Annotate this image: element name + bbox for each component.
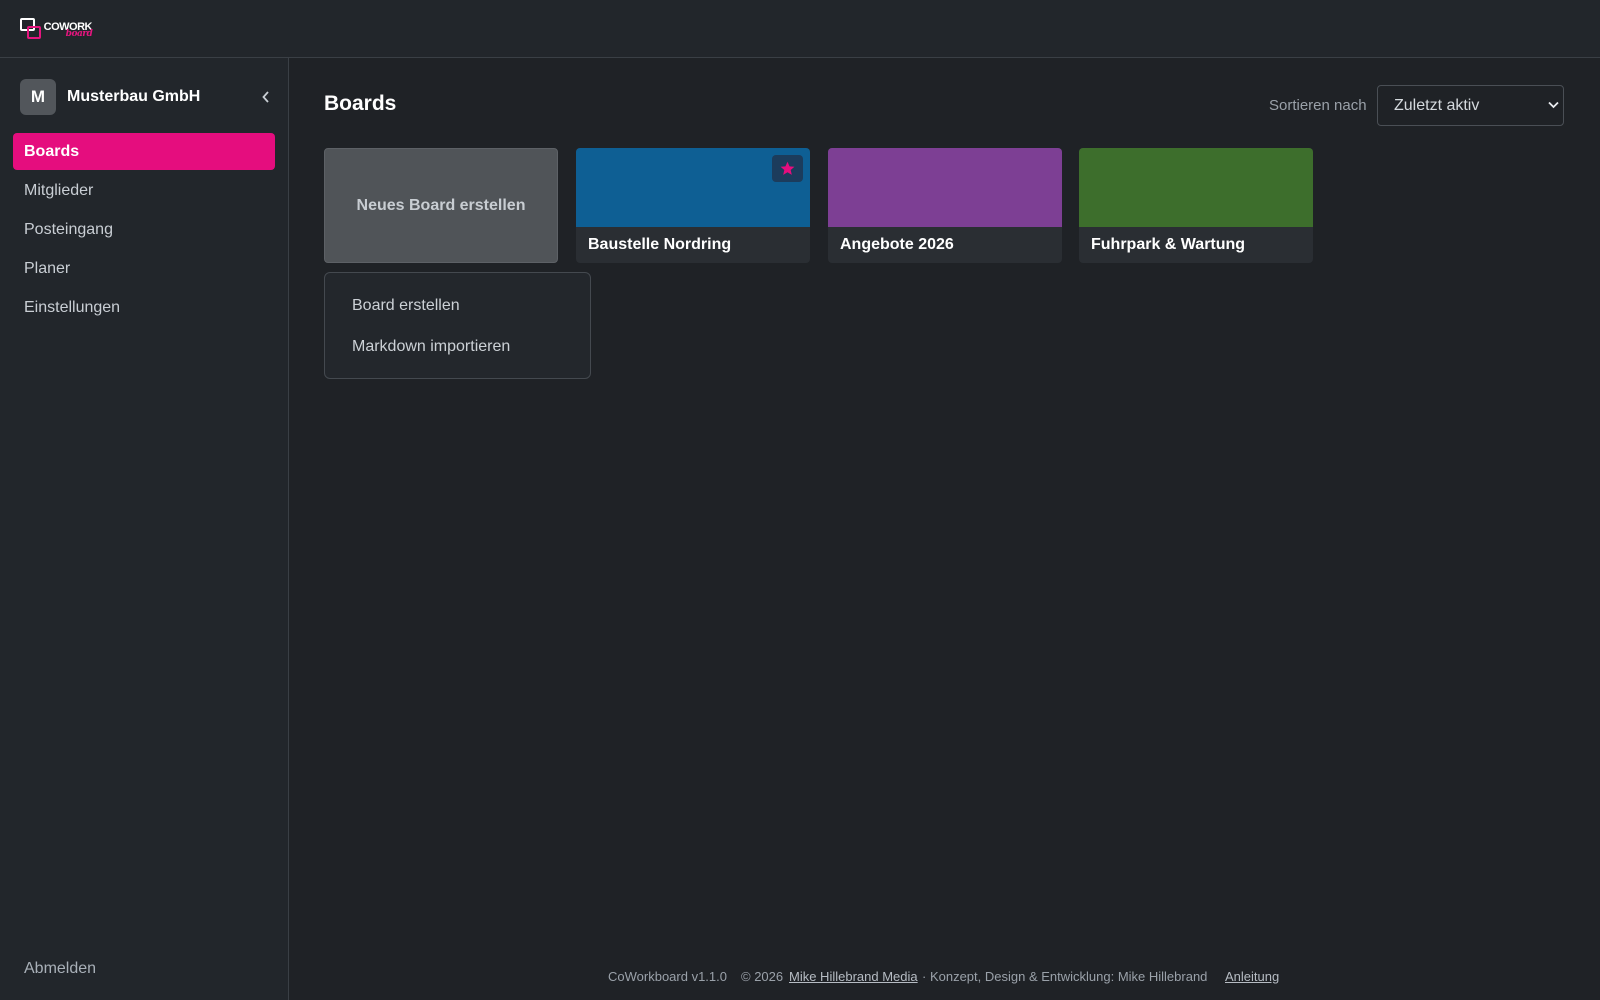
org-name: Musterbau GmbH [67, 88, 201, 105]
organization-header: M Musterbau GmbH [20, 79, 272, 115]
top-bar: COWORK board [0, 0, 1600, 58]
footer-version: CoWorkboard v1.1.0 [608, 969, 727, 984]
sidebar-item-mitglieder[interactable]: Mitglieder [13, 172, 275, 209]
footer-company-link[interactable]: Mike Hillebrand Media [789, 969, 918, 984]
sort-select[interactable]: Zuletzt aktiv [1377, 85, 1564, 126]
chevron-down-icon [1548, 101, 1559, 109]
footer-copyright: © 2026 [741, 969, 784, 984]
footer-help-link[interactable]: Anleitung [1225, 969, 1279, 984]
sort-label: Sortieren nach [1269, 97, 1367, 114]
board-card[interactable]: Baustelle Nordring [576, 148, 810, 263]
sidebar-nav: Boards Mitglieder Posteingang Planer Ein… [13, 133, 275, 328]
new-board-card[interactable]: Neues Board erstellen [324, 148, 558, 263]
board-cover [1079, 148, 1313, 227]
footer-credits: · Konzept, Design & Entwicklung: Mike Hi… [922, 969, 1208, 984]
new-board-menu: Board erstellen Markdown importieren [324, 272, 591, 379]
sort-select-value: Zuletzt aktiv [1394, 96, 1480, 114]
chevron-left-icon [262, 91, 269, 103]
sidebar-item-posteingang[interactable]: Posteingang [13, 211, 275, 248]
menu-item-create-board[interactable]: Board erstellen [352, 297, 460, 315]
board-card[interactable]: Angebote 2026 [828, 148, 1062, 263]
board-cover [828, 148, 1062, 227]
logo-text: COWORK board [43, 20, 93, 39]
collapse-sidebar-button[interactable] [256, 85, 276, 109]
logo-icon [20, 18, 41, 40]
app-logo[interactable]: COWORK board [20, 17, 93, 41]
org-avatar: M [20, 79, 56, 115]
sidebar: M Musterbau GmbH Boards Mitglieder Poste… [0, 58, 289, 1000]
board-title: Angebote 2026 [840, 236, 954, 253]
logout-link[interactable]: Abmelden [24, 960, 96, 978]
menu-item-import-markdown[interactable]: Markdown importieren [352, 338, 510, 356]
board-card[interactable]: Fuhrpark & Wartung [1079, 148, 1313, 263]
star-icon [780, 161, 795, 175]
sidebar-item-planer[interactable]: Planer [13, 250, 275, 287]
favorite-button[interactable] [772, 155, 803, 182]
sidebar-item-boards[interactable]: Boards [13, 133, 275, 170]
page-title: Boards [324, 92, 397, 115]
board-title: Fuhrpark & Wartung [1091, 236, 1246, 253]
board-title: Baustelle Nordring [588, 236, 732, 253]
sidebar-item-einstellungen[interactable]: Einstellungen [13, 289, 275, 326]
